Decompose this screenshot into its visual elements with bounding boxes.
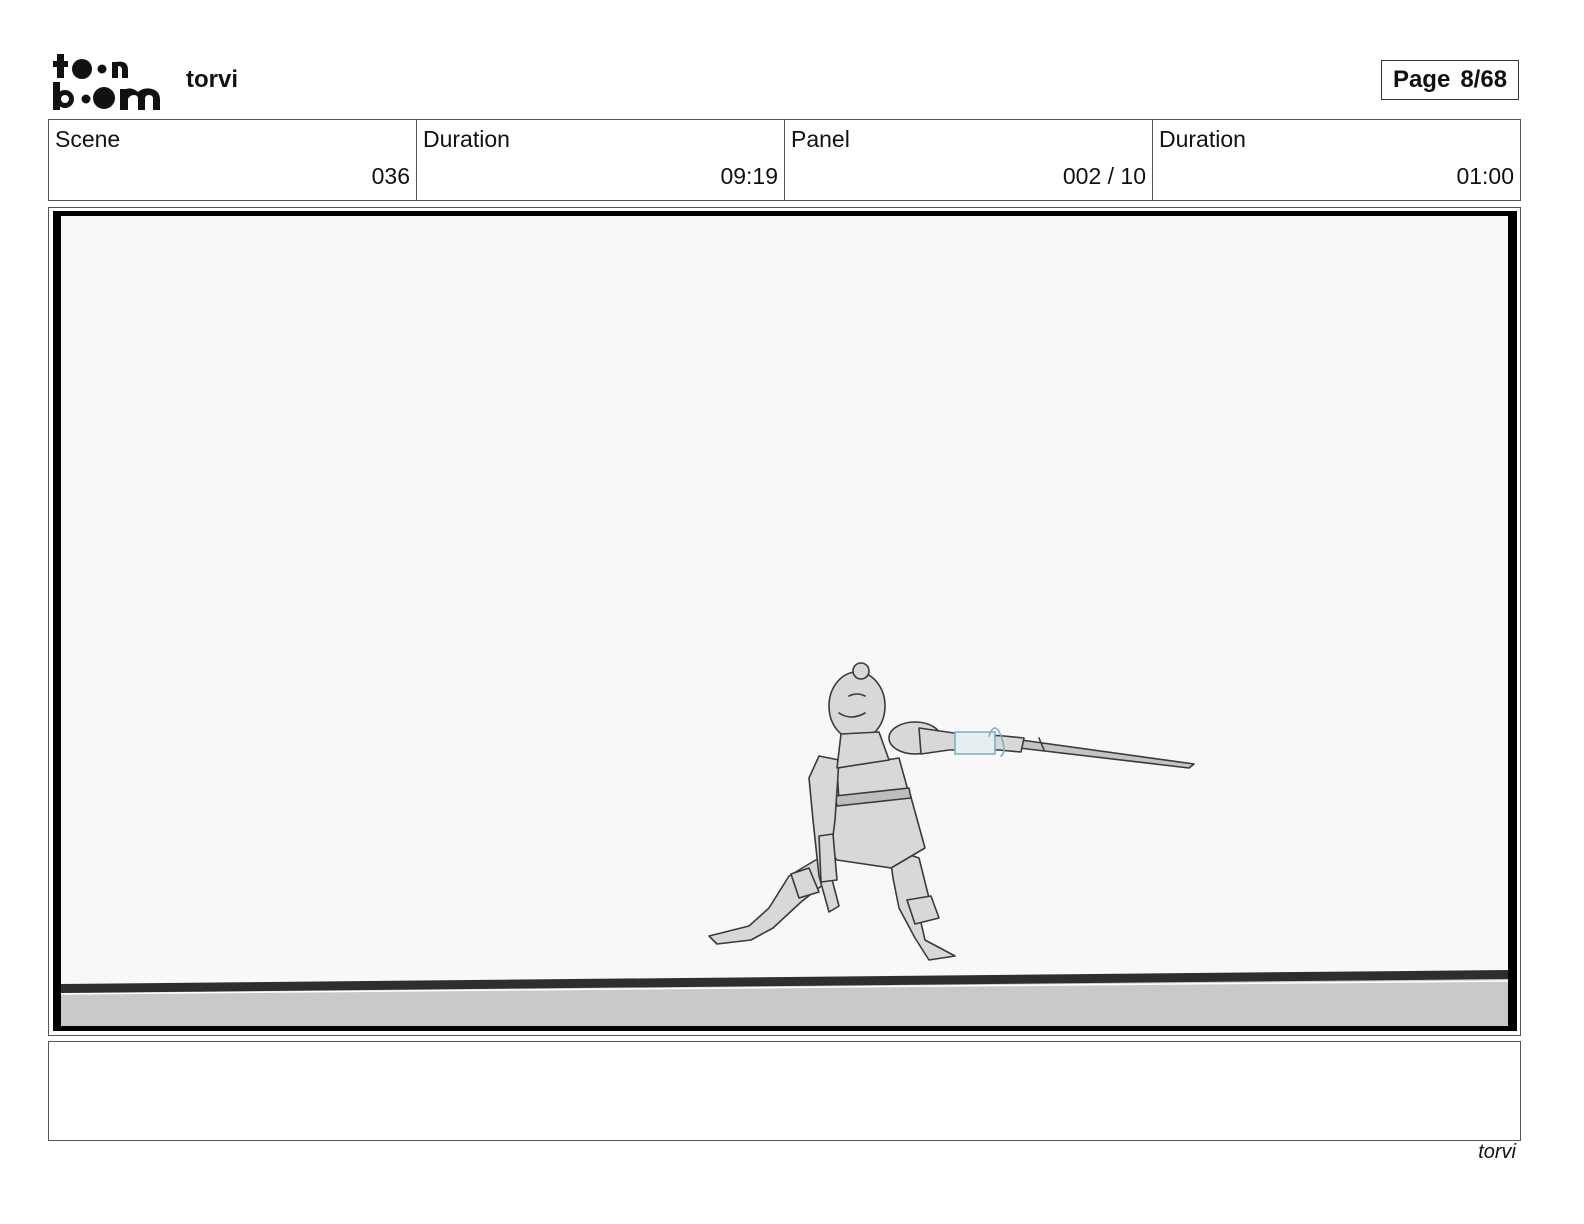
scene-info-table: Scene 036 Duration 09:19 Panel 002 / 10 … xyxy=(48,119,1521,201)
storyboard-panel xyxy=(48,207,1521,1036)
panel-value: 002 / 10 xyxy=(1062,163,1146,189)
scene-value: 036 xyxy=(371,163,410,189)
scene-cell: Scene 036 xyxy=(49,120,417,200)
footer-project-title: torvi xyxy=(1478,1141,1516,1163)
scene-label: Scene xyxy=(55,126,121,152)
toonboom-logo xyxy=(53,54,160,110)
page-indicator: Page 8/68 xyxy=(1381,60,1519,100)
page-number: 8/68 xyxy=(1460,66,1508,93)
panel-duration-value: 01:00 xyxy=(1456,163,1514,189)
page-label: Page xyxy=(1392,66,1451,93)
project-title: torvi xyxy=(186,66,239,93)
panel-label: Panel xyxy=(791,126,850,152)
scene-duration-cell: Duration 09:19 xyxy=(417,120,785,200)
panel-image xyxy=(53,211,1517,1031)
panel-duration-label: Duration xyxy=(1159,126,1246,152)
panel-cell: Panel 002 / 10 xyxy=(785,120,1153,200)
panel-notes-box xyxy=(48,1041,1521,1141)
scene-duration-label: Duration xyxy=(423,126,510,152)
scene-duration-value: 09:19 xyxy=(720,163,778,189)
panel-duration-cell: Duration 01:00 xyxy=(1153,120,1520,200)
